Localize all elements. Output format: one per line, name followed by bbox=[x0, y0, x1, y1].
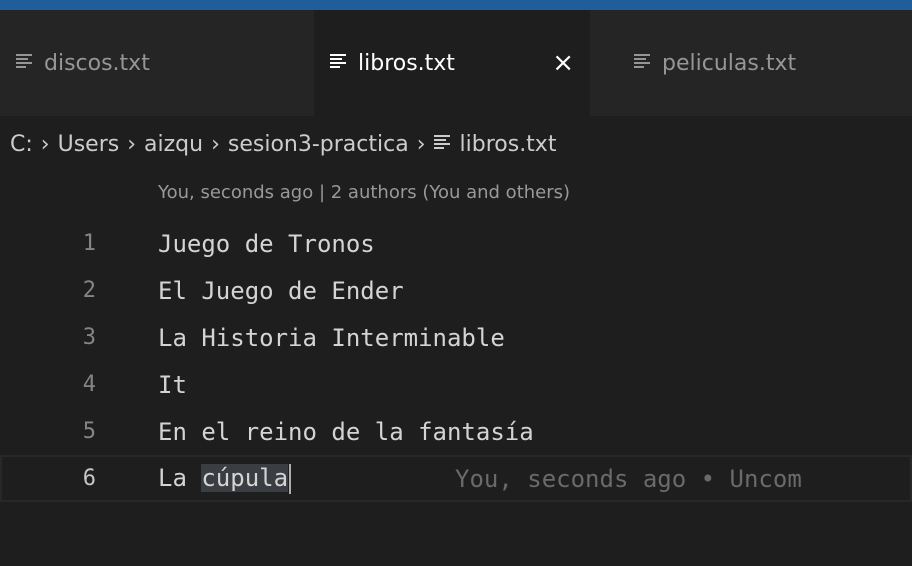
breadcrumb-file[interactable]: libros.txt bbox=[460, 132, 557, 157]
codelens-blame[interactable]: You, seconds ago | 2 authors (You and ot… bbox=[158, 182, 570, 203]
close-icon[interactable]: × bbox=[552, 48, 574, 78]
chevron-right-icon: › bbox=[127, 131, 137, 157]
line-text: It bbox=[158, 370, 187, 399]
line-number: 1 bbox=[82, 231, 96, 256]
line-number: 4 bbox=[82, 372, 96, 397]
code-line[interactable]: 4 It bbox=[0, 361, 912, 408]
line-number: 3 bbox=[82, 325, 96, 350]
chevron-right-icon: › bbox=[416, 131, 426, 157]
inline-blame: You, seconds ago • Uncom bbox=[455, 464, 802, 493]
tab-libros[interactable]: libros.txt × bbox=[314, 10, 590, 116]
code-line[interactable]: 1 Juego de Tronos bbox=[0, 220, 912, 267]
title-bar bbox=[0, 0, 912, 10]
current-line[interactable]: 6 La cúpula You, seconds ago • Uncom bbox=[0, 455, 912, 502]
text-file-icon bbox=[330, 54, 346, 68]
chevron-right-icon: › bbox=[211, 131, 220, 157]
tab-peliculas[interactable]: peliculas.txt bbox=[618, 10, 912, 116]
tab-discos[interactable]: discos.txt bbox=[0, 10, 286, 116]
tab-bar: discos.txt libros.txt × peliculas.txt bbox=[0, 10, 912, 116]
line-text: La cúpula bbox=[158, 463, 292, 494]
breadcrumb-folder[interactable]: sesion3-practica bbox=[228, 132, 409, 157]
line-number: 6 bbox=[82, 466, 96, 491]
line-text: El Juego de Ender bbox=[158, 276, 404, 305]
chevron-right-icon: › bbox=[40, 131, 50, 157]
editor[interactable]: 1 Juego de Tronos 2 El Juego de Ender 3 … bbox=[0, 220, 912, 502]
line-text-prefix: La bbox=[158, 463, 202, 492]
text-file-icon bbox=[634, 54, 650, 68]
selected-text: cúpula bbox=[201, 463, 289, 492]
line-number: 2 bbox=[82, 278, 96, 303]
breadcrumb: C: › Users › aizqu › sesion3-practica › … bbox=[0, 116, 912, 172]
line-text: La Historia Interminable bbox=[158, 323, 505, 352]
text-cursor bbox=[289, 463, 292, 494]
tab-label: peliculas.txt bbox=[662, 50, 797, 76]
breadcrumb-users[interactable]: Users bbox=[58, 132, 120, 157]
code-line[interactable]: 3 La Historia Interminable bbox=[0, 314, 912, 361]
text-file-icon bbox=[433, 135, 450, 149]
line-text: En el reino de la fantasía bbox=[158, 417, 534, 446]
breadcrumb-user[interactable]: aizqu bbox=[144, 132, 203, 157]
tab-label: libros.txt bbox=[358, 50, 455, 76]
code-line[interactable]: 5 En el reino de la fantasía bbox=[0, 408, 912, 455]
line-text: Juego de Tronos bbox=[158, 229, 375, 258]
tab-label: discos.txt bbox=[44, 50, 150, 76]
breadcrumb-drive[interactable]: C: bbox=[10, 132, 33, 157]
text-file-icon bbox=[16, 54, 32, 68]
code-line[interactable]: 2 El Juego de Ender bbox=[0, 267, 912, 314]
line-number: 5 bbox=[82, 419, 96, 444]
